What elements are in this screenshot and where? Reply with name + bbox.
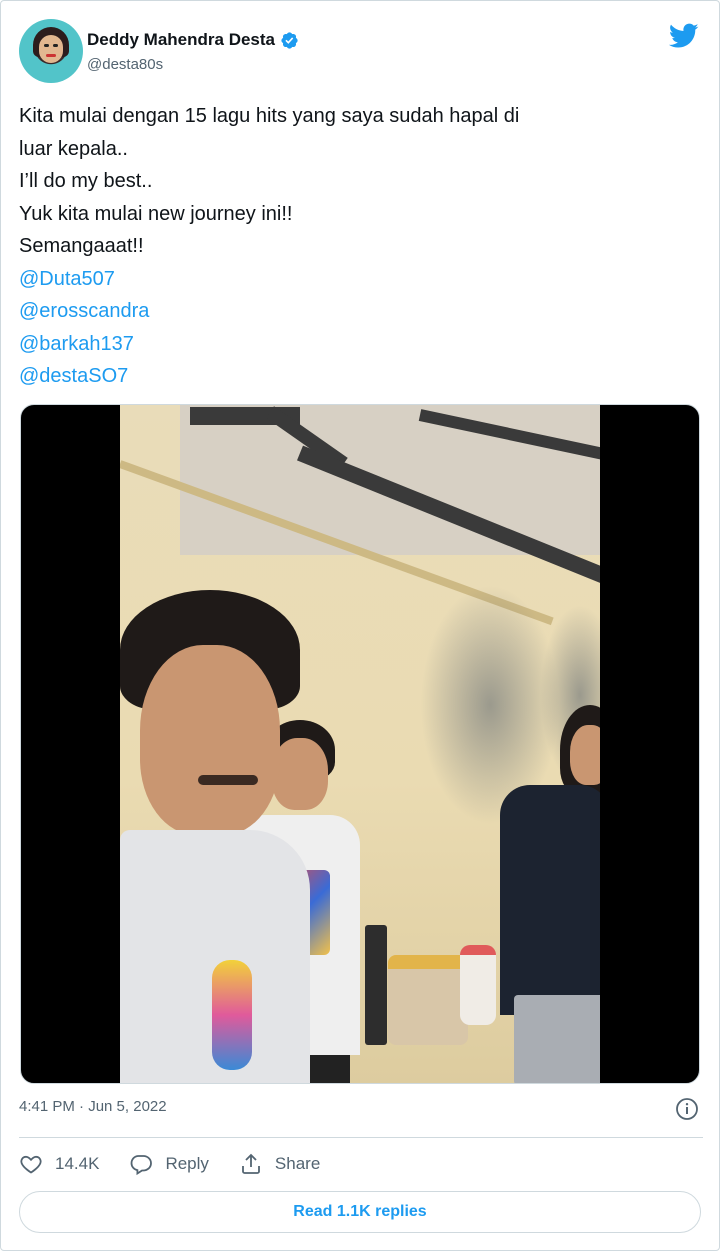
mention-link[interactable]: @barkah137 <box>19 328 703 361</box>
shorts <box>514 995 600 1083</box>
tweet-line: Semangaaat!! <box>19 235 144 257</box>
mention-link[interactable]: @destaSO7 <box>19 360 703 393</box>
shirt <box>500 785 600 1015</box>
mustache <box>198 775 258 785</box>
author-handle[interactable]: @desta80s <box>87 56 163 73</box>
tweet-video[interactable] <box>20 404 700 1084</box>
avatar-mouth <box>46 54 56 57</box>
tweet-actions: 14.4K Reply Share <box>19 1149 350 1179</box>
tweet-line: I’ll do my best.. <box>19 170 153 192</box>
like-button[interactable]: 14.4K <box>19 1152 99 1176</box>
avatar-eye <box>44 44 49 47</box>
share-label: Share <box>274 1154 321 1173</box>
twitter-bird-icon[interactable] <box>669 23 699 49</box>
reply-button[interactable]: Reply <box>129 1152 209 1176</box>
tweet-line: Yuk kita mulai new journey ini!! <box>19 202 293 225</box>
share-button[interactable]: Share <box>239 1152 320 1176</box>
verified-badge-icon <box>281 31 298 49</box>
tweet-timestamp[interactable]: 4:41 PM · Jun 5, 2022 <box>19 1098 167 1115</box>
bottle <box>460 945 496 1025</box>
author-name-row[interactable]: Deddy Mahendra Desta <box>87 28 299 52</box>
video-frame <box>120 405 600 1083</box>
avatar[interactable] <box>19 19 83 83</box>
person-front <box>120 590 310 1083</box>
shirt-logo <box>212 960 252 1070</box>
avatar-eye <box>53 44 58 47</box>
tweet-line: Kita mulai dengan 15 lagu hits yang saya… <box>19 105 520 127</box>
tweet-header: Deddy Mahendra Desta @desta80s <box>19 19 703 85</box>
reply-label: Reply <box>165 1154 209 1173</box>
tweet-card: Deddy Mahendra Desta @desta80s Kita mula… <box>0 0 720 1251</box>
like-count: 14.4K <box>55 1154 100 1173</box>
divider <box>19 1137 703 1138</box>
heart-icon <box>20 1155 42 1174</box>
avatar-face <box>39 35 63 63</box>
mention-link[interactable]: @erosscandra <box>19 295 703 328</box>
head <box>140 645 280 835</box>
person-right <box>500 705 600 1083</box>
info-icon[interactable] <box>675 1097 699 1121</box>
author-display-name[interactable]: Deddy Mahendra Desta <box>87 30 275 50</box>
head <box>570 725 600 785</box>
bag <box>388 955 468 1045</box>
tweet-text: Kita mulai dengan 15 lagu hits yang saya… <box>19 100 703 393</box>
read-replies-button[interactable]: Read 1.1K replies <box>19 1191 701 1233</box>
reply-bubble-icon <box>131 1155 153 1176</box>
tweet-line: luar kepala.. <box>19 137 128 160</box>
mention-link[interactable]: @Duta507 <box>19 263 703 296</box>
share-icon <box>242 1153 260 1174</box>
